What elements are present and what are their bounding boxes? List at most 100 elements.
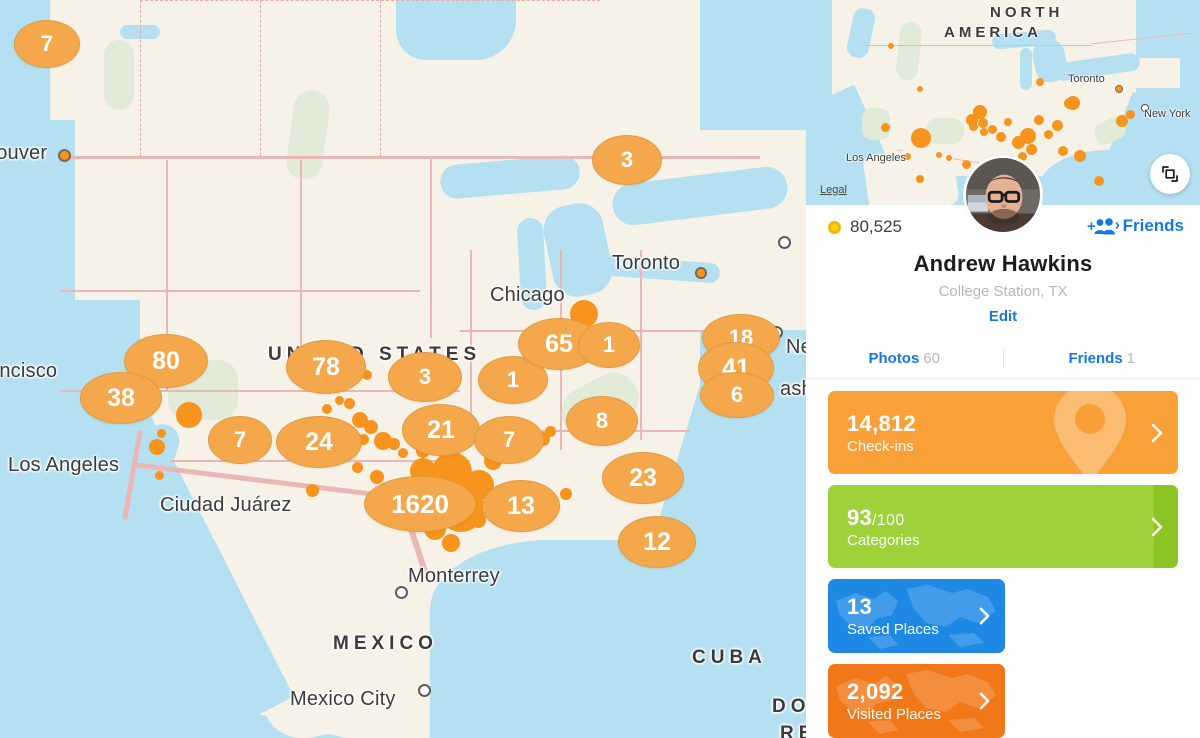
avatar[interactable]: [963, 155, 1043, 235]
card-checkins[interactable]: 14,812 Check-ins: [828, 391, 1178, 474]
card-checkins-text: 14,812 Check-ins: [847, 411, 916, 455]
heat-dot: [370, 470, 384, 484]
map-water-hudson: [396, 0, 516, 60]
mm-dot: [973, 105, 987, 119]
mm-dot: [1074, 150, 1086, 162]
add-friends-button[interactable]: + Friends: [1087, 216, 1184, 236]
card-visited-places-caption: Visited Places: [847, 706, 941, 723]
map-border-st-11: [640, 250, 642, 440]
heat-dot: [155, 471, 164, 480]
card-categories-caption: Categories: [847, 531, 920, 549]
add-friends-label: Friends: [1122, 216, 1184, 235]
card-categories-text: 93/100 Categories: [847, 505, 920, 549]
app-root: couveranciscoLos AngelesCiudad JuárezMon…: [0, 0, 1200, 738]
tab-photos[interactable]: Photos 60: [806, 350, 1003, 367]
map-cluster-marker[interactable]: 3: [388, 352, 462, 402]
map-cluster-marker[interactable]: 8: [566, 396, 638, 446]
expand-icon[interactable]: [1150, 154, 1190, 194]
map-border-dash-2: [140, 0, 141, 156]
map-border-st-4: [60, 290, 420, 292]
main-map[interactable]: couveranciscoLos AngelesCiudad JuárezMon…: [0, 0, 806, 738]
heat-dot: [306, 484, 319, 497]
profile-location: College Station, TX: [938, 283, 1068, 300]
mm-dot: [962, 160, 971, 169]
heat-dot: [695, 267, 707, 279]
mm-dot: [1126, 110, 1135, 119]
mm-dot: [1034, 115, 1044, 125]
categories-total: /100: [872, 511, 905, 529]
map-border-st-2: [300, 160, 302, 360]
coin-balance: 80,525: [828, 217, 902, 237]
map-cluster-marker[interactable]: 12: [618, 516, 696, 568]
add-friends-icon: +: [1087, 218, 1119, 235]
card-saved-places-caption: Saved Places: [847, 621, 939, 638]
mm-dot: [1036, 78, 1044, 86]
mm-dot: [916, 175, 924, 183]
map-cluster-marker[interactable]: 21: [402, 404, 480, 456]
map-cluster-marker[interactable]: 78: [286, 340, 366, 394]
mm-label: New York: [1144, 108, 1191, 120]
map-cluster-marker[interactable]: 13: [482, 480, 560, 532]
card-checkins-caption: Check-ins: [847, 437, 914, 455]
map-cluster-marker[interactable]: 7: [14, 20, 80, 68]
coin-amount: 80,525: [850, 217, 902, 236]
mm-dot: [1004, 118, 1012, 126]
heat-dot: [398, 448, 408, 458]
chevron-right-icon: [1151, 517, 1163, 536]
map-forest-2: [104, 40, 134, 110]
categories-count: 93: [847, 504, 873, 530]
map-border-dash-1: [140, 0, 600, 1]
card-visited-places-value: 2,092: [847, 679, 904, 704]
heat-dot: [442, 534, 460, 552]
city-marker: [418, 684, 431, 697]
mm-dot: [969, 122, 978, 131]
tab-friends-label: Friends: [1068, 350, 1123, 367]
mm-dot: [936, 152, 942, 158]
mm-water-ne: [1136, 0, 1200, 58]
card-categories[interactable]: 93/100 Categories: [828, 485, 1178, 568]
map-cluster-marker[interactable]: 1620: [364, 476, 476, 532]
tab-photos-label: Photos: [868, 350, 920, 367]
tab-friends[interactable]: Friends 1: [1004, 350, 1200, 367]
card-visited-places[interactable]: 2,092 Visited Places: [828, 664, 1005, 738]
mm-dot: [1066, 96, 1080, 110]
edit-profile-link[interactable]: Edit: [806, 308, 1200, 325]
heat-dot: [344, 398, 355, 409]
map-cluster-marker[interactable]: 7: [474, 416, 544, 464]
heat-dot: [545, 426, 556, 437]
tab-photos-count: 60: [923, 350, 941, 367]
legal-link[interactable]: Legal: [820, 184, 847, 196]
heat-dot: [352, 462, 363, 473]
map-water-ne-atlantic: [700, 0, 806, 130]
profile-tabs: Photos 60 Friends 1: [806, 339, 1200, 379]
heat-dot: [58, 149, 71, 162]
mm-dot: [1044, 130, 1053, 139]
chevron-right-icon: [1151, 423, 1163, 442]
map-cluster-marker[interactable]: 23: [602, 452, 684, 504]
card-saved-places[interactable]: 13 Saved Places: [828, 579, 1005, 653]
coin-icon: [828, 220, 841, 234]
map-water-lake-michigan: [516, 217, 548, 311]
mm-dot: [996, 132, 1006, 142]
mm-dot: [980, 128, 988, 136]
profile-name: Andrew Hawkins: [913, 251, 1093, 276]
heat-dot: [322, 404, 332, 414]
stat-cards: 14,812 Check-ins 93/100 Categories 13 Sa…: [806, 379, 1200, 738]
map-cluster-marker[interactable]: 7: [208, 416, 272, 464]
map-cluster-marker[interactable]: 3: [592, 135, 662, 185]
map-cluster-marker[interactable]: 38: [80, 372, 162, 424]
map-border-dash-3: [260, 0, 261, 156]
heat-dot: [176, 402, 202, 428]
mm-dot: [888, 43, 894, 49]
mm-border-canada: [862, 45, 1092, 46]
heat-dot: [335, 396, 344, 405]
mm-dot: [946, 155, 952, 161]
map-cluster-marker[interactable]: 1: [578, 322, 640, 368]
map-border-st-7: [470, 250, 472, 430]
mm-label: NORTH: [990, 4, 1064, 21]
mm-dot: [1020, 128, 1036, 144]
mm-dot: [1052, 120, 1063, 131]
map-cluster-marker[interactable]: 24: [276, 416, 362, 468]
map-cluster-marker[interactable]: 6: [700, 372, 774, 418]
heat-dot: [560, 488, 572, 500]
